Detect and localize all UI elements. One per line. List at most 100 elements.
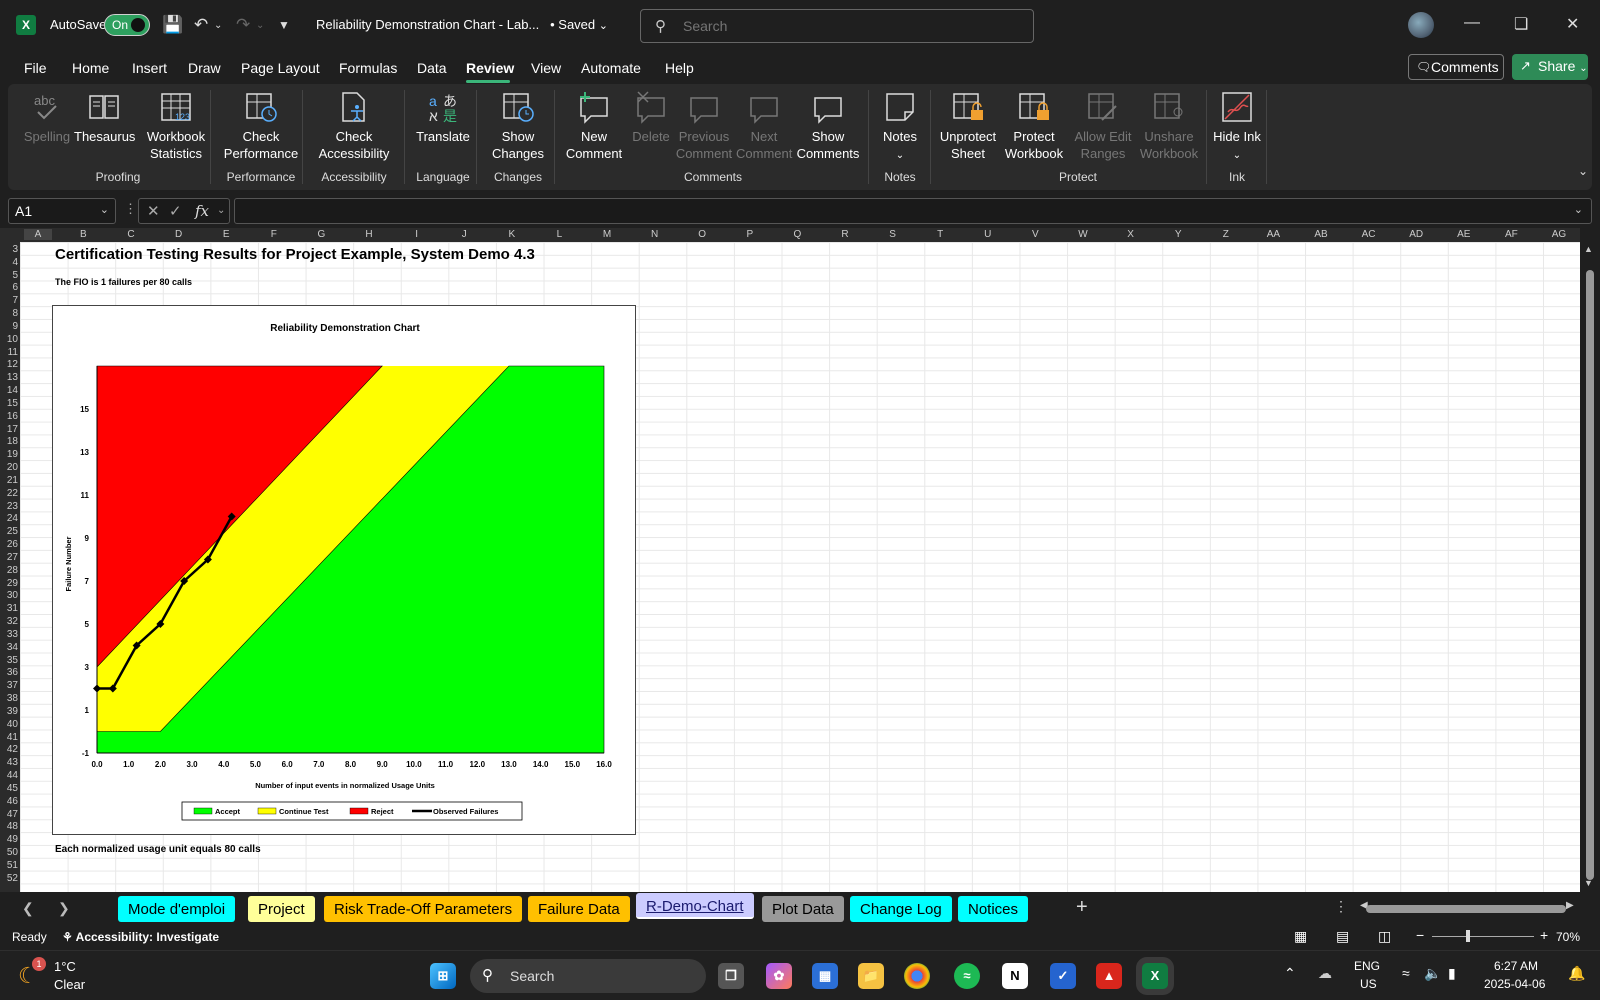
row-header[interactable]: 27	[2, 552, 18, 563]
notes-button[interactable]: Notes ⌄	[874, 90, 926, 164]
column-header[interactable]: J	[440, 229, 488, 240]
row-header[interactable]: 46	[2, 796, 18, 807]
column-header[interactable]: AG	[1535, 229, 1583, 240]
row-header[interactable]: 48	[2, 821, 18, 832]
cancel-icon[interactable]: ✕	[147, 202, 160, 220]
notifications-icon[interactable]: 🔔	[1568, 965, 1585, 982]
comments-button[interactable]: 🗨 Comments	[1408, 54, 1504, 80]
sheet-tab[interactable]: R-Demo-Chart	[636, 893, 754, 919]
row-header[interactable]: 26	[2, 539, 18, 550]
column-header[interactable]: L	[536, 229, 584, 240]
new-comment-button[interactable]: New Comment	[556, 90, 632, 162]
row-header[interactable]: 40	[2, 719, 18, 730]
tab-help[interactable]: Help	[665, 60, 694, 76]
microsoft-store-icon[interactable]: ▦	[812, 963, 838, 989]
collapse-ribbon-icon[interactable]: ⌄	[1578, 164, 1588, 178]
sheet-tab[interactable]: Change Log	[850, 896, 952, 922]
column-header[interactable]: A	[24, 229, 52, 240]
row-header[interactable]: 20	[2, 462, 18, 473]
row-header[interactable]: 42	[2, 744, 18, 755]
row-header[interactable]: 5	[2, 270, 18, 281]
page-break-preview-icon[interactable]: ◫	[1378, 928, 1391, 945]
title-search-box[interactable]: ⚲	[640, 9, 1034, 43]
row-header[interactable]: 7	[2, 295, 18, 306]
sheet-tab[interactable]: Mode d'emploi	[118, 896, 236, 922]
sheet-tab[interactable]: Plot Data	[762, 896, 844, 922]
sheet-tab[interactable]: Project	[248, 896, 315, 922]
autosave-toggle[interactable]: On	[104, 14, 150, 36]
tab-data[interactable]: Data	[417, 60, 447, 76]
row-header[interactable]: 29	[2, 578, 18, 589]
column-header[interactable]: S	[869, 229, 917, 240]
column-header[interactable]: AA	[1250, 229, 1298, 240]
zoom-slider[interactable]	[1432, 936, 1534, 937]
unprotect-sheet-button[interactable]: Unprotect Sheet	[934, 90, 1002, 162]
battery-icon[interactable]: ▮	[1448, 965, 1456, 982]
region-code[interactable]: US	[1360, 977, 1377, 991]
name-box[interactable]: A1 ⌄	[8, 198, 116, 224]
column-header[interactable]: E	[202, 229, 250, 240]
row-header[interactable]: 43	[2, 757, 18, 768]
row-header[interactable]: 41	[2, 732, 18, 743]
save-icon[interactable]: 💾	[162, 15, 183, 35]
row-header[interactable]: 11	[2, 347, 18, 358]
taskbar-search[interactable]: ⚲ Search	[470, 959, 706, 993]
row-header[interactable]: 4	[2, 257, 18, 268]
column-header[interactable]: N	[631, 229, 679, 240]
column-header[interactable]: M	[583, 229, 631, 240]
minimize-icon[interactable]: —	[1464, 14, 1480, 32]
sheet-tab[interactable]: Risk Trade-Off Parameters	[324, 896, 523, 922]
zoom-out-icon[interactable]: −	[1416, 927, 1424, 943]
row-header[interactable]: 50	[2, 847, 18, 858]
column-header[interactable]: I	[393, 229, 441, 240]
tab-automate[interactable]: Automate	[581, 60, 641, 76]
column-header[interactable]: AF	[1488, 229, 1536, 240]
acrobat-icon[interactable]: ▲	[1096, 963, 1122, 989]
row-header[interactable]: 25	[2, 526, 18, 537]
sheet-tab[interactable]: Failure Data	[528, 896, 630, 922]
row-header[interactable]: 12	[2, 359, 18, 370]
task-view-icon[interactable]: ❐	[718, 963, 744, 989]
share-button[interactable]: ↗ Share ⌄	[1512, 54, 1588, 80]
column-header[interactable]: U	[964, 229, 1012, 240]
row-header[interactable]: 35	[2, 655, 18, 666]
row-header[interactable]: 9	[2, 321, 18, 332]
show-hidden-icons-icon[interactable]: ⌃	[1284, 965, 1296, 982]
spotify-icon[interactable]: ≈	[954, 963, 980, 989]
row-header[interactable]: 13	[2, 372, 18, 383]
worksheet[interactable]: Certification Testing Results for Projec…	[20, 242, 1580, 892]
volume-icon[interactable]: 🔈	[1424, 965, 1441, 982]
row-header[interactable]: 45	[2, 783, 18, 794]
notion-icon[interactable]: N	[1002, 963, 1028, 989]
row-header[interactable]: 21	[2, 475, 18, 486]
scroll-up-icon[interactable]: ▲	[1584, 244, 1593, 254]
enter-icon[interactable]: ✓	[169, 202, 182, 220]
column-header[interactable]: V	[1012, 229, 1060, 240]
tab-insert[interactable]: Insert	[132, 60, 167, 76]
column-header[interactable]: H	[345, 229, 393, 240]
column-header[interactable]: X	[1107, 229, 1155, 240]
weather-widget[interactable]: ☾ 1	[18, 957, 46, 989]
row-header[interactable]: 31	[2, 603, 18, 614]
zoom-in-icon[interactable]: +	[1540, 927, 1548, 943]
row-header[interactable]: 14	[2, 385, 18, 396]
row-header[interactable]: 3	[2, 244, 18, 255]
row-header[interactable]: 38	[2, 693, 18, 704]
vertical-scroll-thumb[interactable]	[1586, 270, 1594, 880]
row-header[interactable]: 6	[2, 282, 18, 293]
workbook-statistics-button[interactable]: 123 Workbook Statistics	[136, 90, 216, 162]
show-changes-button[interactable]: Show Changes	[480, 90, 556, 162]
tab-formulas[interactable]: Formulas	[339, 60, 397, 76]
row-header[interactable]: 8	[2, 308, 18, 319]
onedrive-icon[interactable]: ☁	[1318, 965, 1332, 982]
column-header[interactable]: Q	[774, 229, 822, 240]
reliability-chart[interactable]: Reliability Demonstration Chart 0.0 1.0 2.…	[52, 305, 636, 835]
row-header[interactable]: 39	[2, 706, 18, 717]
add-sheet-icon[interactable]: +	[1076, 896, 1088, 919]
column-header[interactable]: G	[298, 229, 346, 240]
column-header[interactable]: AB	[1297, 229, 1345, 240]
column-header[interactable]: D	[155, 229, 203, 240]
accessibility-status[interactable]: ⚘ Accessibility: Investigate	[62, 930, 219, 944]
column-header[interactable]: AE	[1440, 229, 1488, 240]
page-layout-view-icon[interactable]: ▤	[1336, 928, 1349, 945]
